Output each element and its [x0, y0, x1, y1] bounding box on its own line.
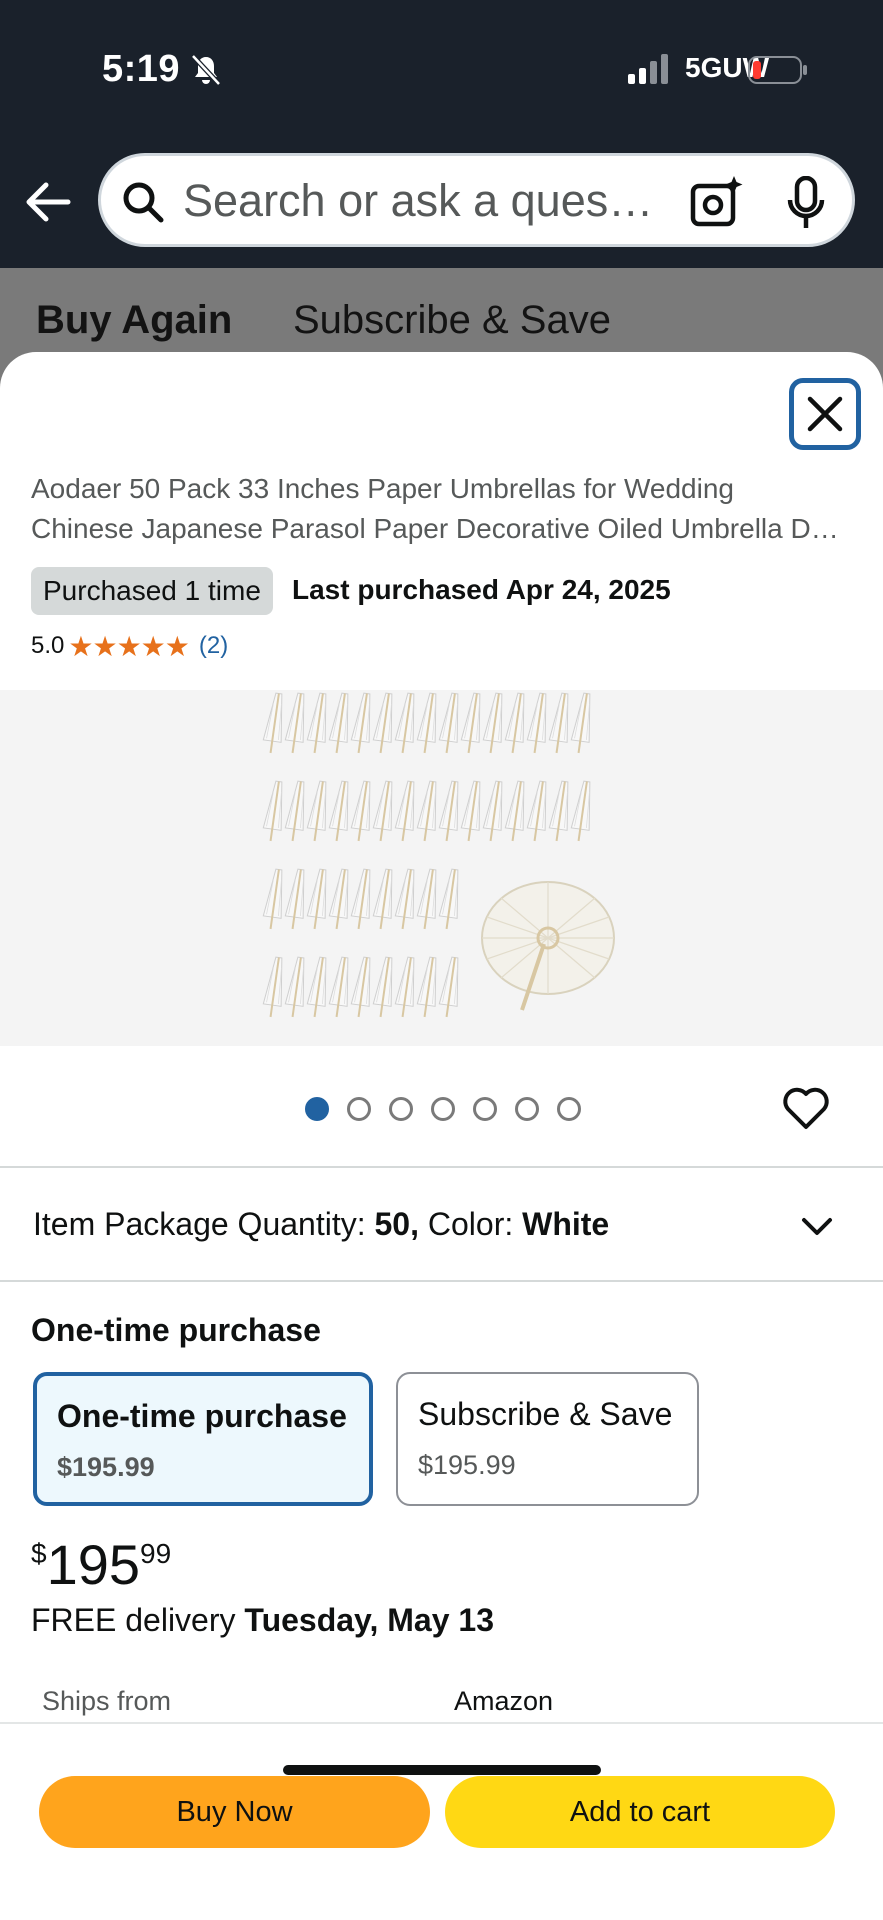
option-price: $195.99 — [57, 1452, 155, 1482]
purchased-badge: Purchased 1 time — [31, 567, 273, 615]
product-title-line-2: Chinese Japanese Parasol Paper Decorativ… — [31, 513, 839, 544]
bell-slash-icon — [191, 54, 221, 86]
rating-row[interactable]: 5.0 ★★★★★ (2) — [31, 629, 228, 663]
divider — [0, 1166, 883, 1168]
top-bar: 5:19 5GUW — [0, 0, 883, 268]
carousel-dot[interactable] — [431, 1097, 455, 1121]
camera-icon[interactable] — [689, 174, 745, 230]
carousel-dot[interactable] — [557, 1097, 581, 1121]
search-icon — [123, 182, 164, 223]
product-image — [260, 691, 615, 1020]
option-subscribe-save[interactable]: Subscribe & Save $195.99 — [396, 1372, 699, 1506]
last-purchased-date: Last purchased Apr 24, 2025 — [292, 574, 671, 605]
chevron-down-icon — [802, 1218, 832, 1235]
carousel-dot[interactable] — [305, 1097, 329, 1121]
carousel-dot[interactable] — [347, 1097, 371, 1121]
close-icon — [807, 396, 843, 432]
microphone-icon[interactable] — [786, 176, 826, 230]
option-label: One-time purchase — [57, 1398, 347, 1434]
variation-text: Item Package Quantity: 50, Color: White — [33, 1206, 610, 1242]
option-one-time-purchase[interactable]: One-time purchase $195.99 — [33, 1372, 373, 1506]
action-bar: Buy Now Add to cart — [0, 1722, 883, 1920]
battery-icon — [748, 56, 807, 84]
option-price: $195.99 — [418, 1450, 516, 1480]
ships-from-row: Ships from Amazon — [42, 1686, 842, 1717]
product-title[interactable]: Aodaer 50 Pack 33 Inches Paper Umbrellas… — [31, 469, 851, 549]
divider — [0, 1280, 883, 1282]
carousel-dots[interactable] — [305, 1097, 581, 1121]
home-indicator[interactable] — [283, 1765, 601, 1775]
carousel-dot[interactable] — [515, 1097, 539, 1121]
search-input[interactable] — [183, 172, 663, 230]
rating-value: 5.0 — [31, 632, 65, 659]
buy-now-button[interactable]: Buy Now — [39, 1776, 430, 1848]
ships-from-value: Amazon — [454, 1686, 554, 1716]
search-bar[interactable] — [98, 153, 855, 247]
delivery-info: FREE delivery Tuesday, May 13 — [31, 1602, 494, 1638]
product-title-line-1: Aodaer 50 Pack 33 Inches Paper Umbrellas… — [31, 473, 734, 504]
product-image-carousel[interactable] — [0, 690, 883, 1046]
option-label: Subscribe & Save — [418, 1396, 673, 1432]
carousel-dot[interactable] — [473, 1097, 497, 1121]
back-arrow-icon[interactable] — [22, 176, 74, 228]
add-to-cart-button[interactable]: Add to cart — [445, 1776, 835, 1848]
close-button[interactable] — [789, 378, 861, 450]
status-time: 5:19 — [102, 48, 181, 90]
variation-selector[interactable]: Item Package Quantity: 50, Color: White — [0, 1170, 883, 1280]
purchase-type-heading: One-time purchase — [31, 1312, 321, 1348]
rating-count-link[interactable]: (2) — [199, 632, 228, 660]
signal-icon — [628, 54, 668, 84]
star-rating-icon: ★★★★★ — [68, 630, 190, 662]
carousel-dot[interactable] — [389, 1097, 413, 1121]
open-umbrella — [481, 881, 615, 1011]
ships-from-label: Ships from — [42, 1686, 172, 1716]
product-sheet: Aodaer 50 Pack 33 Inches Paper Umbrellas… — [0, 352, 883, 1920]
tab-buy-again[interactable]: Buy Again — [36, 298, 232, 343]
tab-subscribe-save[interactable]: Subscribe & Save — [293, 298, 611, 343]
status-bar: 5:19 5GUW — [0, 48, 883, 98]
heart-icon[interactable] — [780, 1082, 832, 1134]
price: $19599 — [31, 1533, 172, 1596]
